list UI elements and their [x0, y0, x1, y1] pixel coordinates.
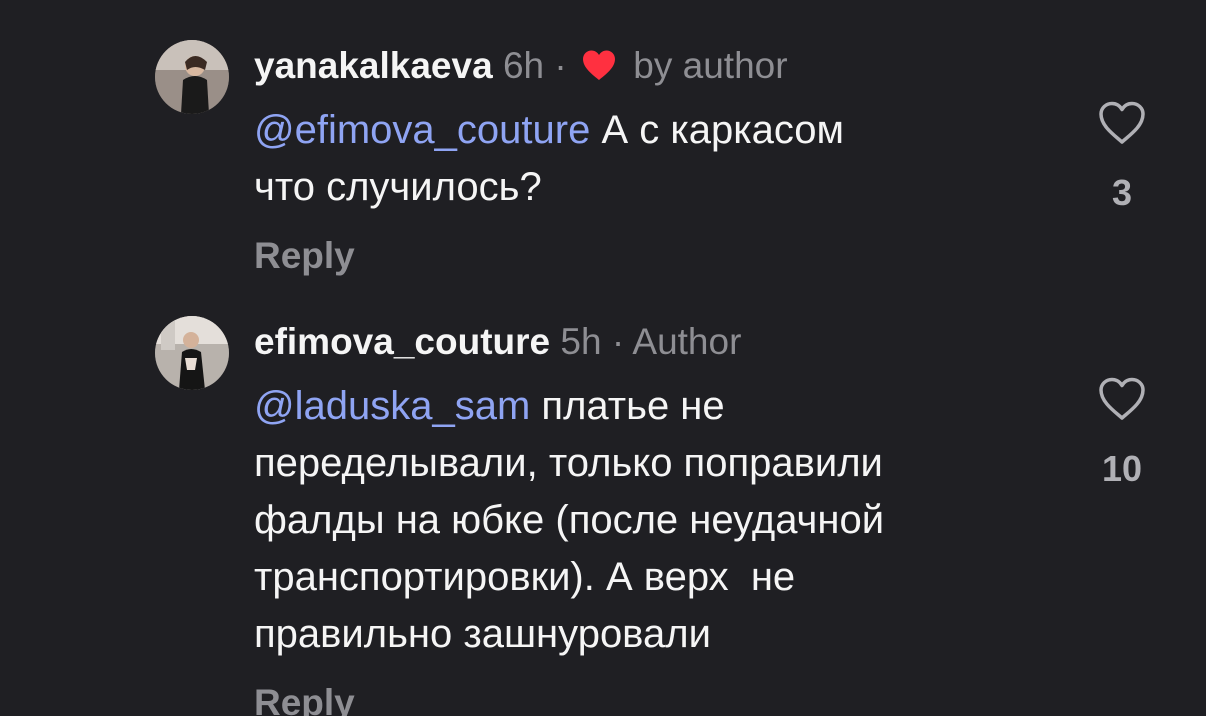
comment-text: @efimova_couture А с каркасом что случил…	[254, 102, 1054, 216]
author-badge: Author	[632, 321, 742, 362]
like-count: 3	[1111, 172, 1133, 213]
separator: ·	[611, 321, 625, 362]
username[interactable]: yanakalkaeva	[254, 45, 493, 86]
mention-link[interactable]: @efimova_couture	[254, 108, 590, 152]
like-heart-icon[interactable]	[1097, 100, 1147, 146]
comment-header: yanakalkaeva 6h · by author	[254, 44, 788, 91]
timestamp: 5h	[560, 321, 602, 362]
liked-by-author-label: by author	[633, 45, 788, 86]
separator: ·	[554, 45, 567, 86]
avatar[interactable]	[155, 316, 229, 390]
reply-button[interactable]: Reply	[254, 235, 355, 277]
like-heart-icon[interactable]	[1097, 376, 1147, 422]
timestamp: 6h	[502, 45, 545, 86]
like-column: 10	[1092, 376, 1152, 490]
liked-by-author-heart-icon	[581, 47, 617, 91]
like-count: 10	[1101, 448, 1143, 489]
like-column: 3	[1092, 100, 1152, 214]
comments-screen: yanakalkaeva 6h · by author @efimova_cou…	[0, 0, 1206, 716]
avatar[interactable]	[155, 40, 229, 114]
mention-link[interactable]: @laduska_sam	[254, 384, 530, 428]
comment-text: @laduska_sam платье не переделывали, тол…	[254, 378, 1054, 663]
comment-header: efimova_couture 5h · Author	[254, 320, 741, 364]
reply-button[interactable]: Reply	[254, 682, 355, 716]
username[interactable]: efimova_couture	[254, 321, 550, 362]
